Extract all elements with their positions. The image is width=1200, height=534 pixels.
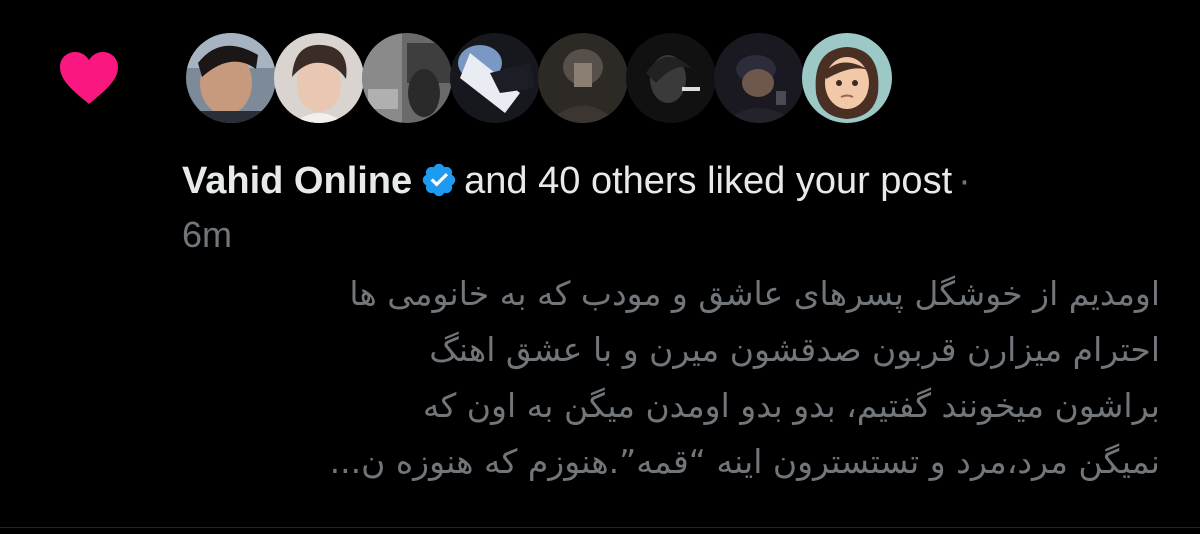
like-notification[interactable]: Vahid Online and 40 others liked your pos… xyxy=(0,0,1200,534)
liker-avatars xyxy=(186,33,892,125)
divider xyxy=(0,527,1200,528)
avatar-3[interactable] xyxy=(362,33,452,123)
post-preview-text[interactable]: اومدیم از خوشگل پسرهای عاشق و مودب که به… xyxy=(160,266,1160,490)
timestamp: 6m xyxy=(182,214,233,255)
avatar-1[interactable] xyxy=(186,33,276,123)
avatar-7[interactable] xyxy=(714,33,804,123)
notification-headline: Vahid Online and 40 others liked your pos… xyxy=(182,158,1142,204)
avatar-8[interactable] xyxy=(802,33,892,123)
user-name-link[interactable]: Vahid Online xyxy=(182,160,412,202)
post-line: براشون میخونند گفتیم، بدو بدو اومدن میگن… xyxy=(422,386,1160,425)
avatar-6[interactable] xyxy=(626,33,716,123)
avatar-5[interactable] xyxy=(538,33,628,123)
verified-badge-icon xyxy=(422,163,456,197)
notification-action-text: and 40 others liked your post xyxy=(464,160,953,202)
avatar-2[interactable] xyxy=(274,33,364,123)
avatar-4[interactable] xyxy=(450,33,540,123)
post-line: احترام میزارن قربون صدقشون میرن و با عشق… xyxy=(429,330,1160,369)
separator-dot: · xyxy=(958,160,971,202)
heart-icon xyxy=(60,52,118,104)
post-line: اومدیم از خوشگل پسرهای عاشق و مودب که به… xyxy=(349,274,1160,313)
post-line: نمیگن مرد،مرد و تستسترون اینه “قمه”.هنوز… xyxy=(329,442,1160,481)
